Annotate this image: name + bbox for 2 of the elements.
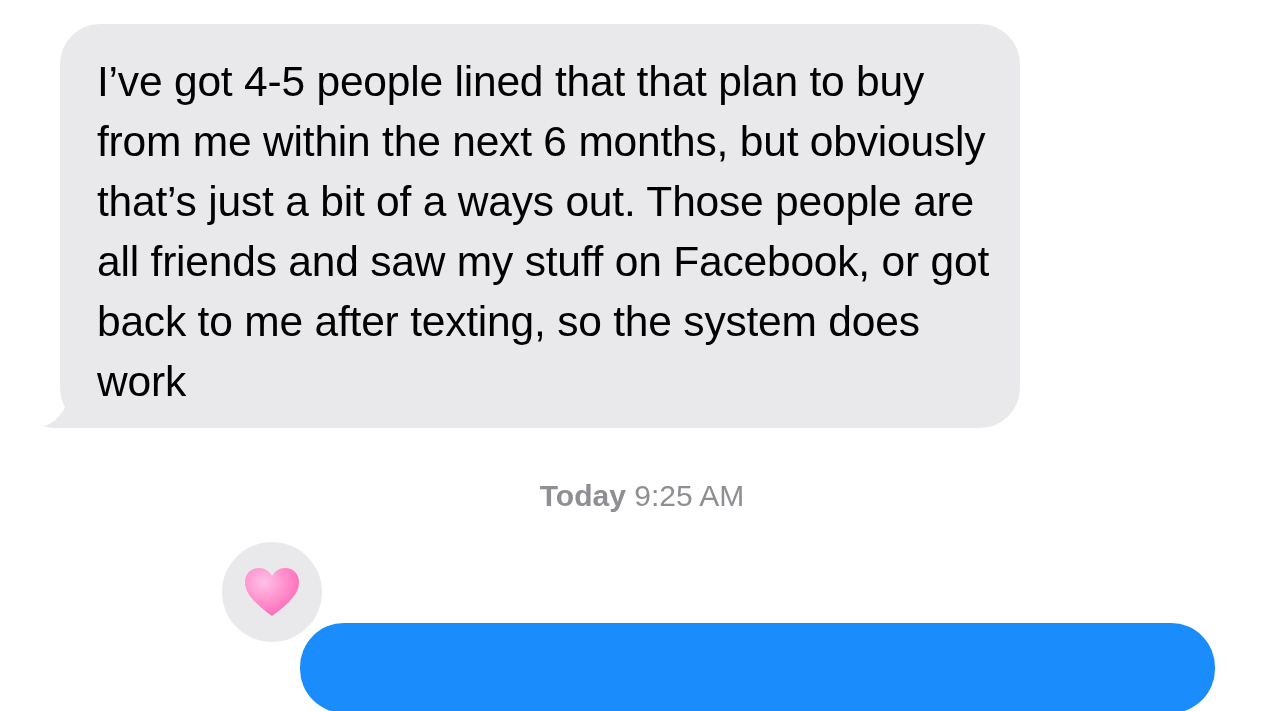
message-timestamp: Today 9:25 AM — [539, 478, 745, 514]
message-text: I’ve got 4-5 people lined that that plan to buy from me within the next 6 months, but obviously that’s just a bit of a ways out. Those people are all friends and saw my stuff on Facebook, or got back to me after texting, so the system does work — [97, 57, 990, 407]
